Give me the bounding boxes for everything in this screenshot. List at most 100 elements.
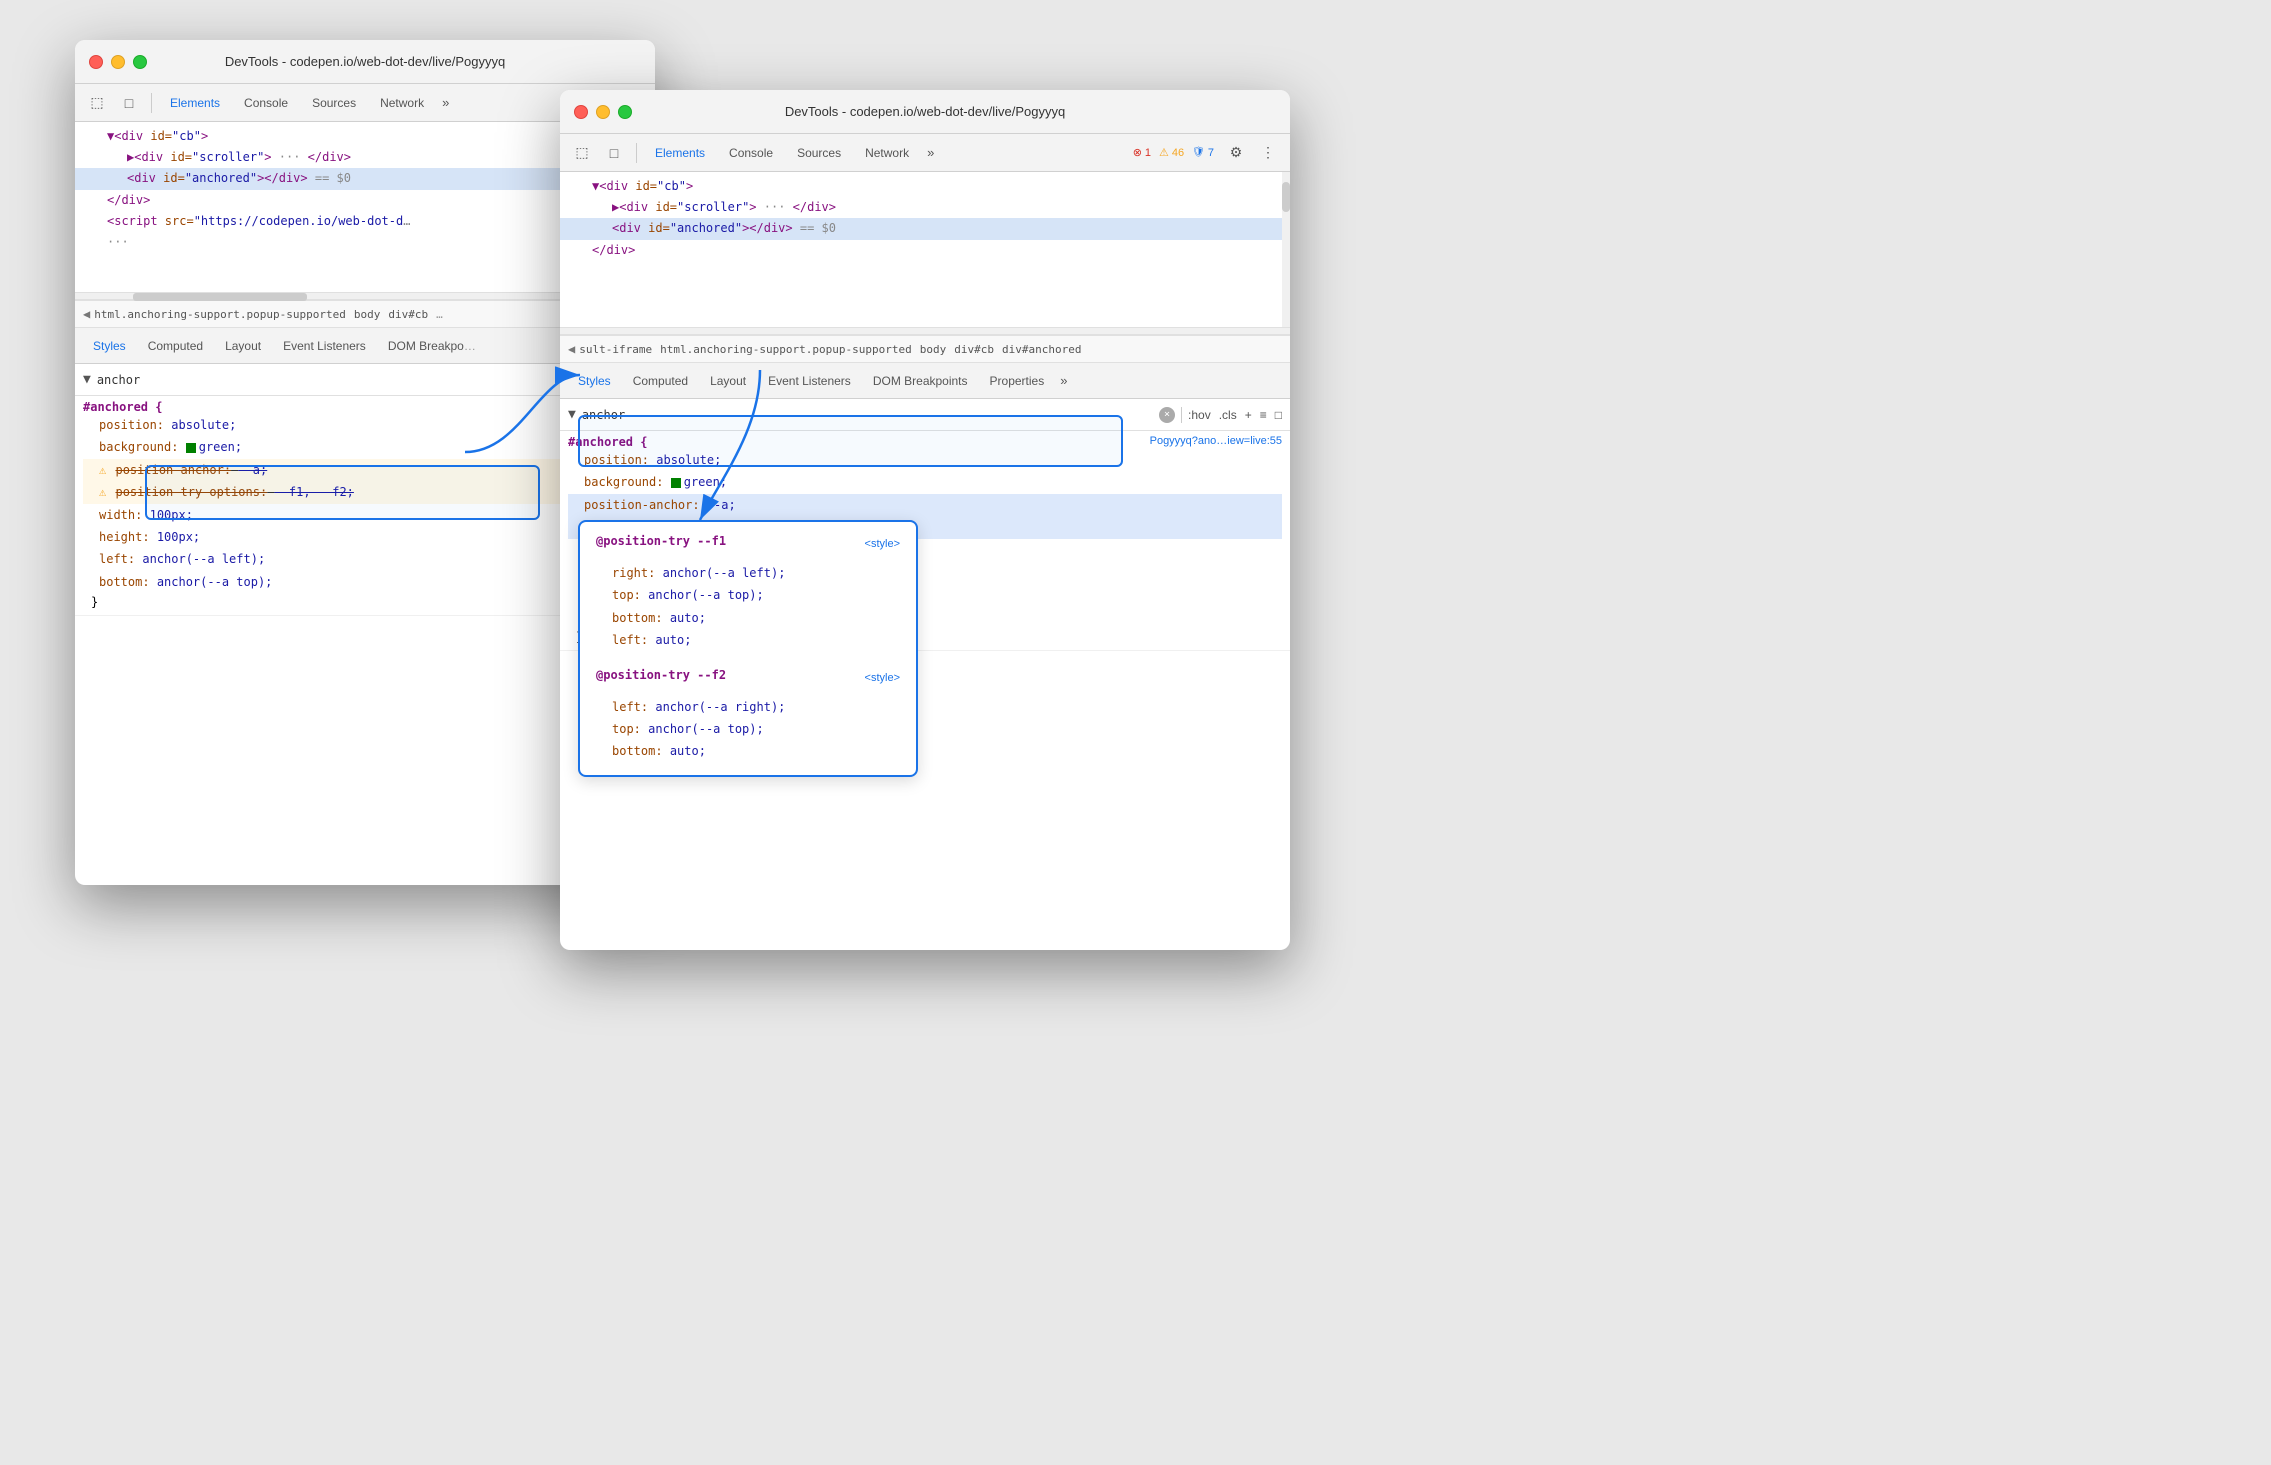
breadcrumb-item-cb-1[interactable]: div#cb [388,308,428,321]
tab-network-1[interactable]: Network [370,92,434,114]
bottom-tabs-2: Styles Computed Layout Event Listeners D… [560,363,1290,399]
info-icon: 🛡 [1192,147,1205,158]
breadcrumb-body-2[interactable]: body [920,343,947,356]
info-badge: 🛡 7 [1192,147,1214,159]
v-scrollbar-2[interactable] [1282,172,1290,327]
more-icon-2[interactable]: ⋮ [1254,139,1282,167]
highlight-box-2 [578,415,1123,467]
tooltip-style-link-1[interactable]: <style> [865,538,900,550]
css-prop-position-anchor-2[interactable]: position-anchor: --a; [568,494,1282,516]
more-tabs-icon-1[interactable]: » [438,95,453,110]
breadcrumb-cb-2[interactable]: div#cb [954,343,994,356]
filter-cls-2[interactable]: .cls [1219,408,1237,422]
tooltip-line-1-4: left: auto; [596,629,900,651]
filter-clear-2[interactable]: × [1159,407,1175,423]
tab-event-listeners-1[interactable]: Event Listeners [273,335,376,357]
close-button-1[interactable] [89,55,103,69]
toolbar-2: ⬚ □ Elements Console Sources Network » ⊗… [560,134,1290,172]
dom-line-2-1[interactable]: ▼<div id="cb"> [560,176,1290,197]
breadcrumb-more-1[interactable]: … [436,308,443,321]
device-icon-2[interactable]: □ [600,139,628,167]
filter-add-2[interactable]: + [1245,408,1252,422]
tab-elements-2[interactable]: Elements [645,142,715,164]
position-try-tooltip: @position-try --f1 <style> right: anchor… [578,520,918,651]
breadcrumb-back-2[interactable]: ◀ [568,342,575,356]
more-tabs-icon-2[interactable]: » [923,145,938,160]
css-selector-1: #anchored { [83,400,162,414]
maximize-button-2[interactable] [618,105,632,119]
tab-dom-breakpoints-1[interactable]: DOM Breakpo… [378,335,486,357]
tooltip-gap-1 [596,554,900,562]
filter-icon-1: ▼ [83,372,91,387]
error-icon: ⊗ [1133,146,1142,159]
dom-tree-2: ▼<div id="cb"> ▶<div id="scroller"> ··· … [560,172,1290,327]
more-tabs-bottom-2[interactable]: » [1056,373,1071,388]
tooltip-at-rule-1: @position-try --f1 [596,534,726,548]
tab-console-1[interactable]: Console [234,92,298,114]
info-count: 7 [1208,147,1214,159]
inspect-icon-2[interactable]: ⬚ [568,139,596,167]
traffic-lights-1 [89,55,147,69]
tab-styles-2[interactable]: Styles [568,370,621,392]
close-button-2[interactable] [574,105,588,119]
title-bar-2: DevTools - codepen.io/web-dot-dev/live/P… [560,90,1290,134]
window-title-2: DevTools - codepen.io/web-dot-dev/live/P… [785,104,1065,119]
inspect-icon[interactable]: ⬚ [83,89,111,117]
tooltip-line-1-3: bottom: auto; [596,607,900,629]
minimize-button-2[interactable] [596,105,610,119]
tab-computed-1[interactable]: Computed [138,335,213,357]
css-prop-background-2[interactable]: background: green; [568,471,1282,493]
toolbar-separator-1 [151,93,152,113]
minimize-button-1[interactable] [111,55,125,69]
filter-expand-2[interactable]: □ [1275,408,1282,422]
device-icon[interactable]: □ [115,89,143,117]
maximize-button-1[interactable] [133,55,147,69]
dom-line-2-2[interactable]: ▶<div id="scroller"> ··· </div> [560,197,1290,218]
filter-input-1[interactable] [97,373,563,387]
tab-properties-2[interactable]: Properties [980,370,1055,392]
tab-sources-1[interactable]: Sources [302,92,366,114]
highlight-box-1 [145,465,540,520]
tab-styles-1[interactable]: Styles [83,335,136,357]
tooltip-line-1-1: right: anchor(--a left); [596,562,900,584]
tab-elements-1[interactable]: Elements [160,92,230,114]
filter-options-2: :hov .cls + ≡ □ [1188,408,1282,422]
window-title-1: DevTools - codepen.io/web-dot-dev/live/P… [225,54,505,69]
breadcrumb-anchored-2[interactable]: div#anchored [1002,343,1081,356]
breadcrumb-2: ◀ sult-iframe html.anchoring-support.pop… [560,335,1290,363]
v-scroll-thumb-2 [1282,182,1290,212]
title-bar-1: DevTools - codepen.io/web-dot-dev/live/P… [75,40,655,84]
dom-line-2-3[interactable]: <div id="anchored"></div> == $0 [560,218,1290,239]
settings-icon-2[interactable]: ⚙ [1222,139,1250,167]
filter-list-2[interactable]: ≡ [1260,408,1267,422]
breadcrumb-back-1[interactable]: ◀ [83,307,90,321]
breadcrumb-iframe[interactable]: sult-iframe [579,343,652,356]
warning-icon-1: ⚠ [99,463,106,477]
breadcrumb-item-html-1[interactable]: html.anchoring-support.popup-supported [94,308,346,321]
dom-line-2-4[interactable]: </div> [560,240,1290,261]
tab-dom-breakpoints-2[interactable]: DOM Breakpoints [863,370,978,392]
tab-layout-1[interactable]: Layout [215,335,271,357]
traffic-lights-2 [574,105,632,119]
error-count: 1 [1145,147,1151,159]
filter-hov-2[interactable]: :hov [1188,408,1211,422]
tab-sources-2[interactable]: Sources [787,142,851,164]
tooltip-section1-header: @position-try --f1 <style> [596,534,900,554]
tab-network-2[interactable]: Network [855,142,919,164]
tab-event-listeners-2[interactable]: Event Listeners [758,370,861,392]
tab-console-2[interactable]: Console [719,142,783,164]
tab-layout-2[interactable]: Layout [700,370,756,392]
warning-count: 46 [1172,147,1184,159]
breadcrumb-item-body-1[interactable]: body [354,308,381,321]
tooltip-line-1-2: top: anchor(--a top); [596,584,900,606]
filter-sep-2 [1181,407,1182,423]
breadcrumb-html-2[interactable]: html.anchoring-support.popup-supported [660,343,912,356]
h-scroll-thumb-1 [133,293,307,301]
h-scrollbar-2[interactable] [560,327,1290,335]
devtools-window-2: DevTools - codepen.io/web-dot-dev/live/P… [560,90,1290,950]
css-rule-link-2[interactable]: Pogyyyq?ano…iew=live:55 [1150,435,1282,449]
warning-icon-2: ⚠ [99,485,106,499]
warning-icon-toolbar: ⚠ [1159,146,1169,159]
filter-icon-2: ▼ [568,407,576,422]
tab-computed-2[interactable]: Computed [623,370,698,392]
